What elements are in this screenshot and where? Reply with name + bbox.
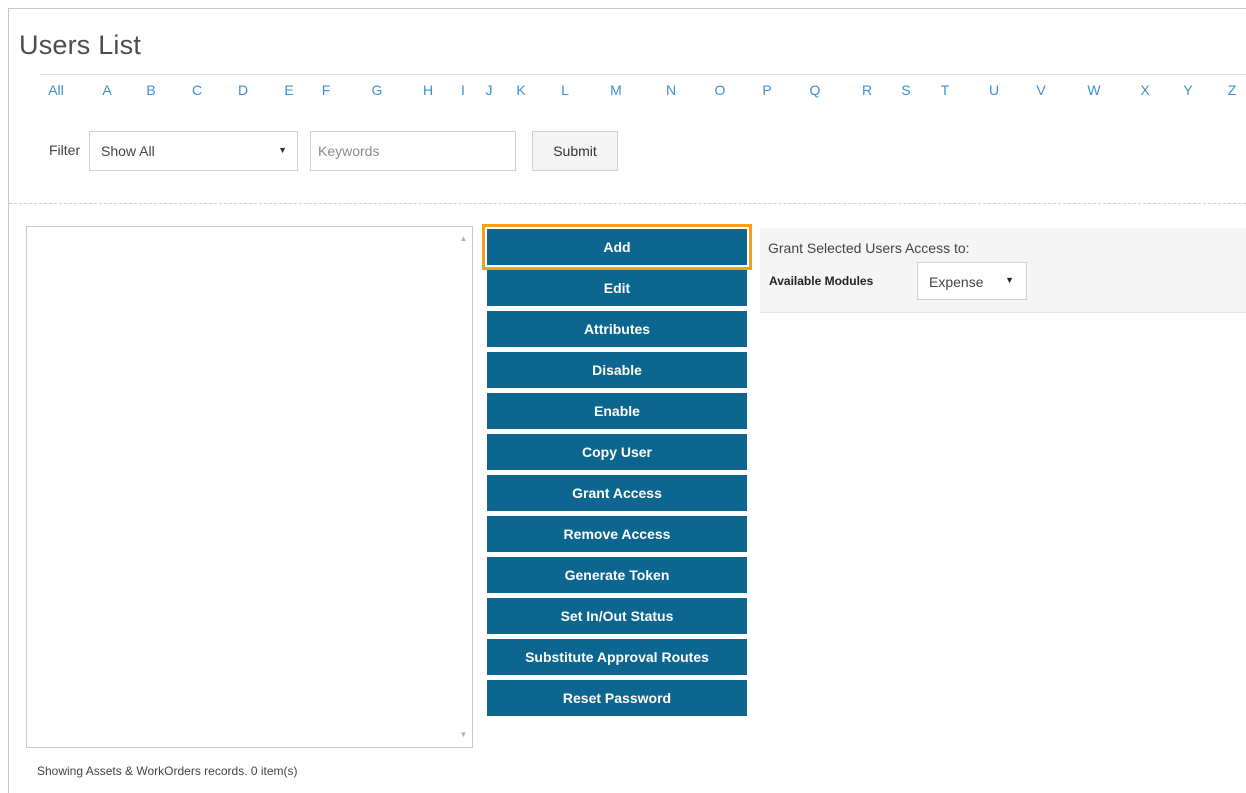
alphabet-link-u[interactable]: U [989, 82, 999, 98]
filter-label: Filter [49, 142, 81, 158]
alphabet-filter-bar: All A B C D E F G H I J K L M N O P Q R S T U V W X Y Z [0, 82, 1246, 102]
alphabet-link-r[interactable]: R [862, 82, 872, 98]
scroll-up-arrow-icon[interactable]: ▲ [455, 231, 472, 247]
alphabet-link-l[interactable]: L [561, 82, 569, 98]
section-divider [9, 203, 1246, 204]
generate-token-button[interactable]: Generate Token [487, 557, 747, 593]
edit-button[interactable]: Edit [487, 270, 747, 306]
alphabet-link-t[interactable]: T [941, 82, 950, 98]
alphabet-link-n[interactable]: N [666, 82, 676, 98]
keywords-input[interactable] [310, 131, 516, 171]
modules-selected-value: Expense [929, 274, 984, 290]
alphabet-link-h[interactable]: H [423, 82, 433, 98]
disable-button[interactable]: Disable [487, 352, 747, 388]
alphabet-link-p[interactable]: P [762, 82, 771, 98]
attributes-button[interactable]: Attributes [487, 311, 747, 347]
alphabet-link-q[interactable]: Q [810, 82, 821, 98]
scroll-down-arrow-icon[interactable]: ▼ [455, 727, 472, 743]
grant-access-button[interactable]: Grant Access [487, 475, 747, 511]
submit-button[interactable]: Submit [532, 131, 618, 171]
alphabet-link-w[interactable]: W [1087, 82, 1100, 98]
title-divider [40, 74, 1246, 75]
alphabet-link-z[interactable]: Z [1228, 82, 1237, 98]
alphabet-link-x[interactable]: X [1140, 82, 1149, 98]
alphabet-link-y[interactable]: Y [1183, 82, 1192, 98]
alphabet-link-j[interactable]: J [486, 82, 493, 98]
remove-access-button[interactable]: Remove Access [487, 516, 747, 552]
modules-dropdown[interactable]: Expense ▼ [917, 262, 1027, 300]
alphabet-link-k[interactable]: K [516, 82, 525, 98]
page-title: Users List [19, 30, 142, 60]
chevron-down-icon: ▼ [278, 145, 287, 155]
alphabet-link-e[interactable]: E [284, 82, 293, 98]
alphabet-link-c[interactable]: C [192, 82, 202, 98]
alphabet-link-s[interactable]: S [901, 82, 910, 98]
chevron-down-icon: ▼ [1005, 275, 1014, 285]
records-status-text: Showing Assets & WorkOrders records. 0 i… [37, 764, 298, 778]
available-modules-label: Available Modules [769, 274, 874, 288]
alphabet-link-m[interactable]: M [610, 82, 622, 98]
alphabet-link-i[interactable]: I [461, 82, 465, 98]
alphabet-link-v[interactable]: V [1036, 82, 1045, 98]
set-in-out-status-button[interactable]: Set In/Out Status [487, 598, 747, 634]
filter-row: Filter Show All ▼ Submit [49, 131, 749, 171]
substitute-approval-routes-button[interactable]: Substitute Approval Routes [487, 639, 747, 675]
alphabet-link-all[interactable]: All [48, 82, 64, 98]
add-button[interactable]: Add [482, 224, 752, 270]
alphabet-link-d[interactable]: D [238, 82, 248, 98]
alphabet-link-a[interactable]: A [102, 82, 111, 98]
filter-dropdown[interactable]: Show All ▼ [89, 131, 298, 171]
alphabet-link-g[interactable]: G [372, 82, 383, 98]
filter-selected-value: Show All [101, 143, 155, 159]
alphabet-link-f[interactable]: F [322, 82, 331, 98]
listbox-scrollbar[interactable]: ▲ ▼ [455, 227, 472, 747]
alphabet-link-b[interactable]: B [146, 82, 155, 98]
grant-access-title: Grant Selected Users Access to: [768, 240, 970, 256]
alphabet-link-o[interactable]: O [715, 82, 726, 98]
copy-user-button[interactable]: Copy User [487, 434, 747, 470]
reset-password-button[interactable]: Reset Password [487, 680, 747, 716]
user-listbox[interactable]: ▲ ▼ [26, 226, 473, 748]
enable-button[interactable]: Enable [487, 393, 747, 429]
grant-access-panel: Grant Selected Users Access to: Availabl… [760, 228, 1246, 313]
